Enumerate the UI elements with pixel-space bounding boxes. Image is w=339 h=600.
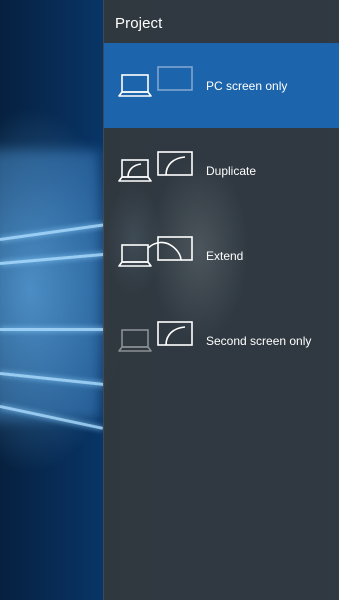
duplicate-icon	[118, 151, 193, 182]
second-screen-only-icon	[118, 321, 193, 352]
option-label: PC screen only	[206, 79, 288, 93]
extend-icon	[118, 236, 193, 267]
project-flyout: Project PC screen only Duplicate Extend …	[103, 0, 339, 600]
option-extend[interactable]: Extend	[104, 213, 339, 298]
wallpaper-light-beam	[0, 328, 105, 331]
pc-screen-only-icon	[118, 66, 193, 97]
flyout-title: Project	[115, 15, 163, 32]
option-label: Duplicate	[206, 164, 257, 178]
option-duplicate[interactable]: Duplicate	[104, 128, 339, 213]
option-pc-screen-only[interactable]: PC screen only	[104, 43, 339, 128]
option-label: Second screen only	[206, 334, 312, 348]
option-second-screen-only[interactable]: Second screen only	[104, 298, 339, 383]
option-label: Extend	[206, 249, 244, 263]
